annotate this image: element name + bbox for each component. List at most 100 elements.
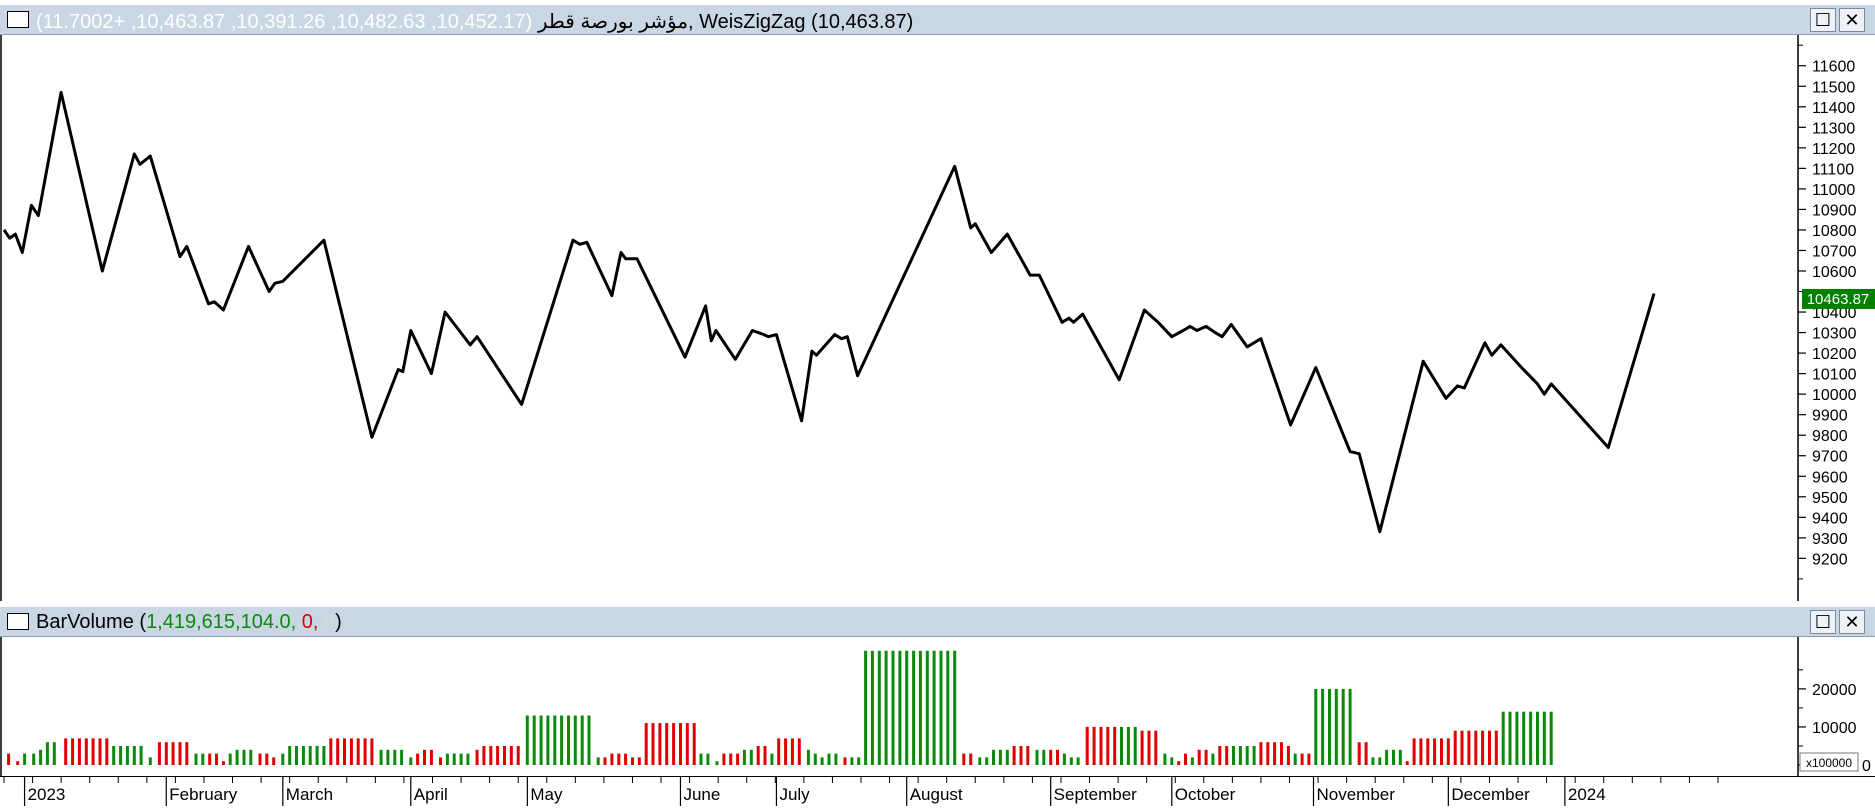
volume-bar (1042, 749, 1046, 765)
volume-bar (423, 749, 426, 765)
volume-bar (1300, 753, 1304, 765)
volume-down-value: 0, (296, 611, 319, 633)
volume-bar (336, 738, 340, 765)
time-label: June (683, 785, 720, 804)
volume-bar (1126, 726, 1130, 765)
volume-bar (356, 738, 360, 765)
close-button[interactable]: ✕ (1839, 8, 1865, 32)
volume-bar (1529, 711, 1533, 765)
volume-bar (1392, 749, 1395, 765)
volume-bar (208, 753, 212, 765)
volume-scale-label: x100000 (1806, 756, 1852, 770)
volume-bar (1314, 688, 1318, 765)
volume-bar (157, 742, 161, 765)
volume-tick-label: 20000 (1812, 682, 1857, 699)
volume-bar (308, 746, 312, 765)
volume-bar (1120, 726, 1123, 765)
volume-bar (1378, 757, 1382, 765)
price-tick-label: 10300 (1812, 326, 1857, 343)
volume-bar (1140, 730, 1144, 765)
volume-bar (706, 753, 710, 765)
volume-bar (864, 650, 868, 765)
volume-bar (400, 749, 404, 765)
volume-bar (1357, 742, 1361, 765)
volume-bar (1488, 730, 1491, 765)
window-icon[interactable] (7, 11, 29, 28)
volume-bar (573, 715, 577, 765)
time-axis-svg[interactable]: 2023 February March April May June July August S… (0, 777, 1875, 806)
volume-bar (884, 650, 888, 765)
volume-bar (1092, 726, 1096, 765)
volume-bar (813, 753, 817, 765)
volume-bar (998, 749, 1002, 765)
price-tick-label: 11300 (1812, 120, 1855, 137)
volume-bar (525, 715, 529, 765)
volume-bar (1076, 757, 1080, 765)
volume-bar (834, 753, 838, 765)
volume-paren-close: ) (335, 611, 342, 633)
time-label: March (286, 785, 333, 804)
maximize-button[interactable]: ☐ (1810, 8, 1836, 32)
volume-bar (1204, 749, 1208, 765)
volume-bar (567, 715, 570, 765)
volume-bar (644, 723, 648, 765)
volume-bar (1106, 726, 1110, 765)
price-tick-label: 10800 (1812, 223, 1857, 240)
volume-bar (1245, 746, 1249, 765)
volume-bar (1005, 749, 1009, 765)
time-axis: 2023 February March April May June July August S… (0, 776, 1875, 806)
price-tick-label: 11000 (1812, 182, 1855, 199)
volume-bar (877, 650, 881, 765)
volume-bar (1163, 753, 1167, 765)
volume-bar (953, 650, 957, 765)
time-label: August (910, 785, 963, 804)
price-tick-label: 9900 (1812, 408, 1848, 425)
volume-bar (1197, 749, 1201, 765)
volume-bar (715, 761, 719, 765)
volume-bar (281, 753, 285, 765)
volume-bar (71, 738, 75, 765)
volume-bar (978, 757, 982, 765)
volume-bar (1099, 726, 1103, 765)
volume-bar (699, 753, 703, 765)
volume-bar (918, 650, 922, 765)
volume-bar (770, 753, 774, 765)
volume-bar (672, 723, 676, 765)
volume-bar (1225, 746, 1229, 765)
volume-bar (503, 746, 506, 765)
price-tick-label: 9700 (1812, 449, 1848, 466)
window-icon[interactable] (7, 613, 29, 630)
volume-bar (1232, 746, 1235, 765)
volume-bar (1133, 726, 1137, 765)
volume-chart[interactable]: 0 10000 20000 x100000 (0, 637, 1875, 776)
volume-pane: 0 10000 20000 x100000 (0, 637, 1875, 776)
volume-bar (1273, 742, 1277, 765)
volume-bar (1536, 711, 1539, 765)
volume-bar (658, 723, 662, 765)
volume-bar (850, 757, 854, 765)
volume-bar (596, 757, 600, 765)
price-chart[interactable]: 9200 9300 9400 9500 9600 9700 9800 9900 10000 101… (0, 35, 1875, 601)
close-button[interactable]: ✕ (1839, 610, 1865, 634)
volume-bar (272, 757, 276, 765)
volume-bar (932, 650, 936, 765)
volume-bar (416, 753, 420, 765)
volume-bar (749, 749, 753, 765)
volume-bar (1280, 742, 1283, 765)
volume-bar (322, 746, 326, 765)
maximize-button[interactable]: ☐ (1810, 610, 1836, 634)
volume-bar (1049, 749, 1053, 765)
volume-indicator-name: BarVolume (36, 611, 134, 633)
volume-bar (343, 738, 346, 765)
ohlc-values: (10,452.17, 10,482.63, 10,391.26, 10,463… (36, 11, 533, 33)
volume-bar (1252, 746, 1256, 765)
volume-bar (1056, 749, 1059, 765)
volume-bar (1426, 738, 1430, 765)
volume-bar (692, 723, 696, 765)
volume-bar (985, 757, 989, 765)
volume-bar (194, 753, 198, 765)
volume-bar (235, 749, 239, 765)
volume-bar (1154, 730, 1158, 765)
volume-bar (466, 753, 470, 765)
volume-bar (288, 746, 292, 765)
